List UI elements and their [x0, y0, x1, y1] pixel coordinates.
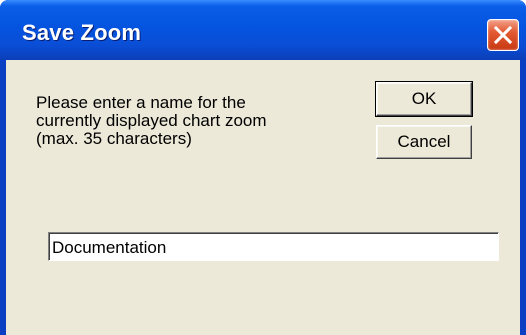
save-zoom-dialog: Save Zoom Please enter a name for the cu… [0, 0, 526, 335]
instruction-text: Please enter a name for the currently di… [36, 94, 336, 148]
window-title: Save Zoom [22, 20, 142, 45]
cancel-button[interactable]: Cancel [376, 125, 472, 159]
zoom-name-input[interactable] [48, 232, 499, 261]
dialog-body: Please enter a name for the currently di… [6, 60, 520, 335]
close-icon [493, 25, 513, 45]
instruction-line: currently displayed chart zoom [36, 111, 267, 130]
title-bar[interactable]: Save Zoom [0, 0, 526, 60]
close-button[interactable] [487, 19, 519, 51]
instruction-line: Please enter a name for the [36, 93, 246, 112]
instruction-line: (max. 35 characters) [36, 129, 192, 148]
ok-button[interactable]: OK [375, 81, 473, 117]
